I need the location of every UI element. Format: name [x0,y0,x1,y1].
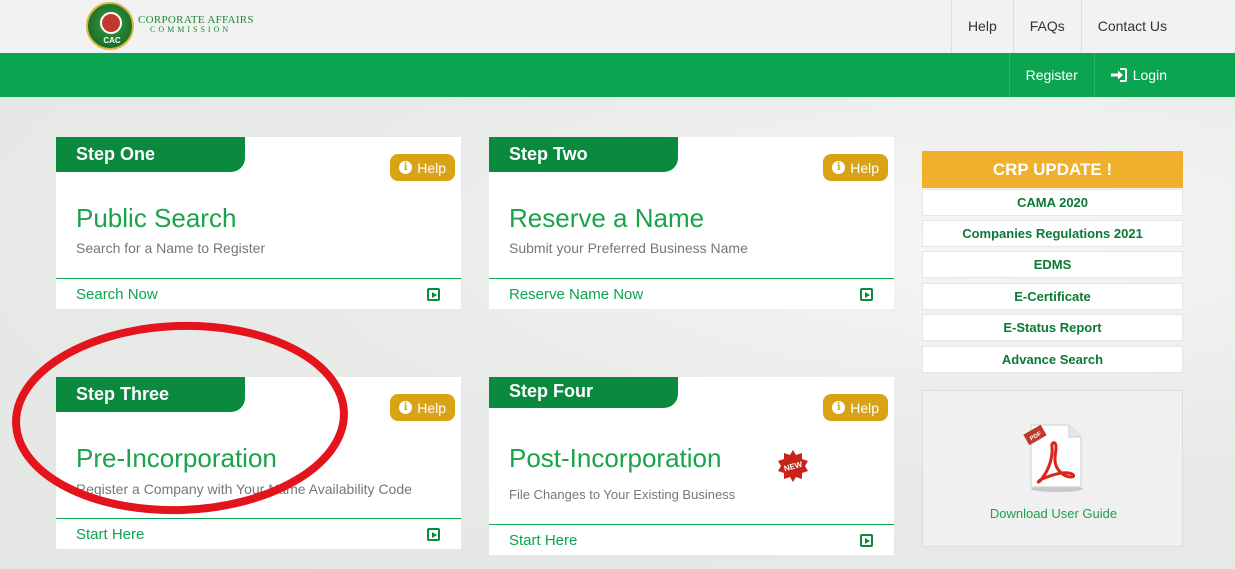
nav-help[interactable]: Help [950,0,1013,53]
login-link[interactable]: Login [1093,53,1183,97]
card-footer[interactable]: Start Here [56,518,461,549]
card-title: Pre-Incorporation [76,443,277,473]
card-subtitle: Search for a Name to Register [76,240,266,256]
sign-in-icon [1110,68,1127,82]
info-icon: i [399,161,413,174]
help-button[interactable]: i Help [390,394,455,421]
crp-link-e-status-report[interactable]: E-Status Report [922,314,1183,341]
crp-link-advance-search[interactable]: Advance Search [922,346,1183,373]
user-guide-box[interactable]: PDF Download User Guide [922,390,1183,547]
seal-text: CAC [103,36,121,45]
card-title: Post-Incorporation [509,443,722,473]
step-label: Step Four [489,377,678,408]
step-label: Step Three [56,377,245,412]
help-label: Help [417,399,446,416]
pdf-icon[interactable]: PDF [1021,421,1087,493]
play-square-icon[interactable] [860,534,873,547]
start-here-link[interactable]: Start Here [76,526,144,543]
play-square-icon[interactable] [427,528,440,541]
crp-link-e-certificate[interactable]: E-Certificate [922,283,1183,310]
help-button[interactable]: i Help [823,394,888,421]
nav-contact-us[interactable]: Contact Us [1080,0,1183,53]
card-title: Reserve a Name [509,203,705,233]
card-footer[interactable]: Start Here [489,524,894,555]
cac-logo[interactable]: CAC CORPORATE AFFAIRS COMMISSION [86,2,254,50]
card-footer[interactable]: Search Now [56,278,461,309]
auth-nav: Register Login [1008,53,1183,97]
help-label: Help [417,159,446,176]
help-button[interactable]: i Help [390,154,455,181]
step-four-card: Step Four i Help Post-Incorporation NEW F… [489,377,894,555]
step-two-card: Step Two i Help Reserve a Name Submit you… [489,137,894,309]
help-button[interactable]: i Help [823,154,888,181]
info-icon: i [832,161,846,174]
reserve-name-now-link[interactable]: Reserve Name Now [509,286,643,303]
register-link[interactable]: Register [1008,53,1094,97]
play-square-icon[interactable] [860,288,873,301]
top-nav: Help FAQs Contact Us [950,0,1183,53]
logo-subtitle: COMMISSION [150,25,232,34]
step-three-card: Step Three i Help Pre-Incorporation Regis… [56,377,461,549]
top-bar: CAC CORPORATE AFFAIRS COMMISSION Help FA… [0,0,1235,53]
nav-faqs[interactable]: FAQs [1012,0,1081,53]
green-nav-bar: Register Login [0,53,1235,97]
card-subtitle: Submit your Preferred Business Name [509,240,748,256]
register-label: Register [1025,67,1078,83]
help-label: Help [850,399,879,416]
cac-seal-icon: CAC [86,2,134,50]
crp-link-edms[interactable]: EDMS [922,251,1183,278]
login-label: Login [1132,67,1167,83]
play-square-icon[interactable] [427,288,440,301]
step-label: Step One [56,137,245,172]
new-badge-icon: NEW [778,450,808,482]
step-one-card: Step One i Help Public Search Search for … [56,137,461,309]
download-user-guide-link[interactable]: Download User Guide [923,506,1184,521]
crp-link-cama-2020[interactable]: CAMA 2020 [922,189,1183,216]
info-icon: i [832,401,846,414]
crp-link-companies-regulations[interactable]: Companies Regulations 2021 [922,220,1183,247]
search-now-link[interactable]: Search Now [76,286,158,303]
card-subtitle: Register a Company with Your Name Availa… [76,481,412,497]
card-subtitle: File Changes to Your Existing Business [509,487,736,502]
help-label: Help [850,159,879,176]
info-icon: i [399,401,413,414]
step-label: Step Two [489,137,678,172]
card-footer[interactable]: Reserve Name Now [489,278,894,309]
start-here-link[interactable]: Start Here [509,532,577,549]
crp-update-heading: CRP UPDATE ! [922,151,1183,188]
card-title: Public Search [76,203,237,233]
seal-emblem [100,12,122,34]
